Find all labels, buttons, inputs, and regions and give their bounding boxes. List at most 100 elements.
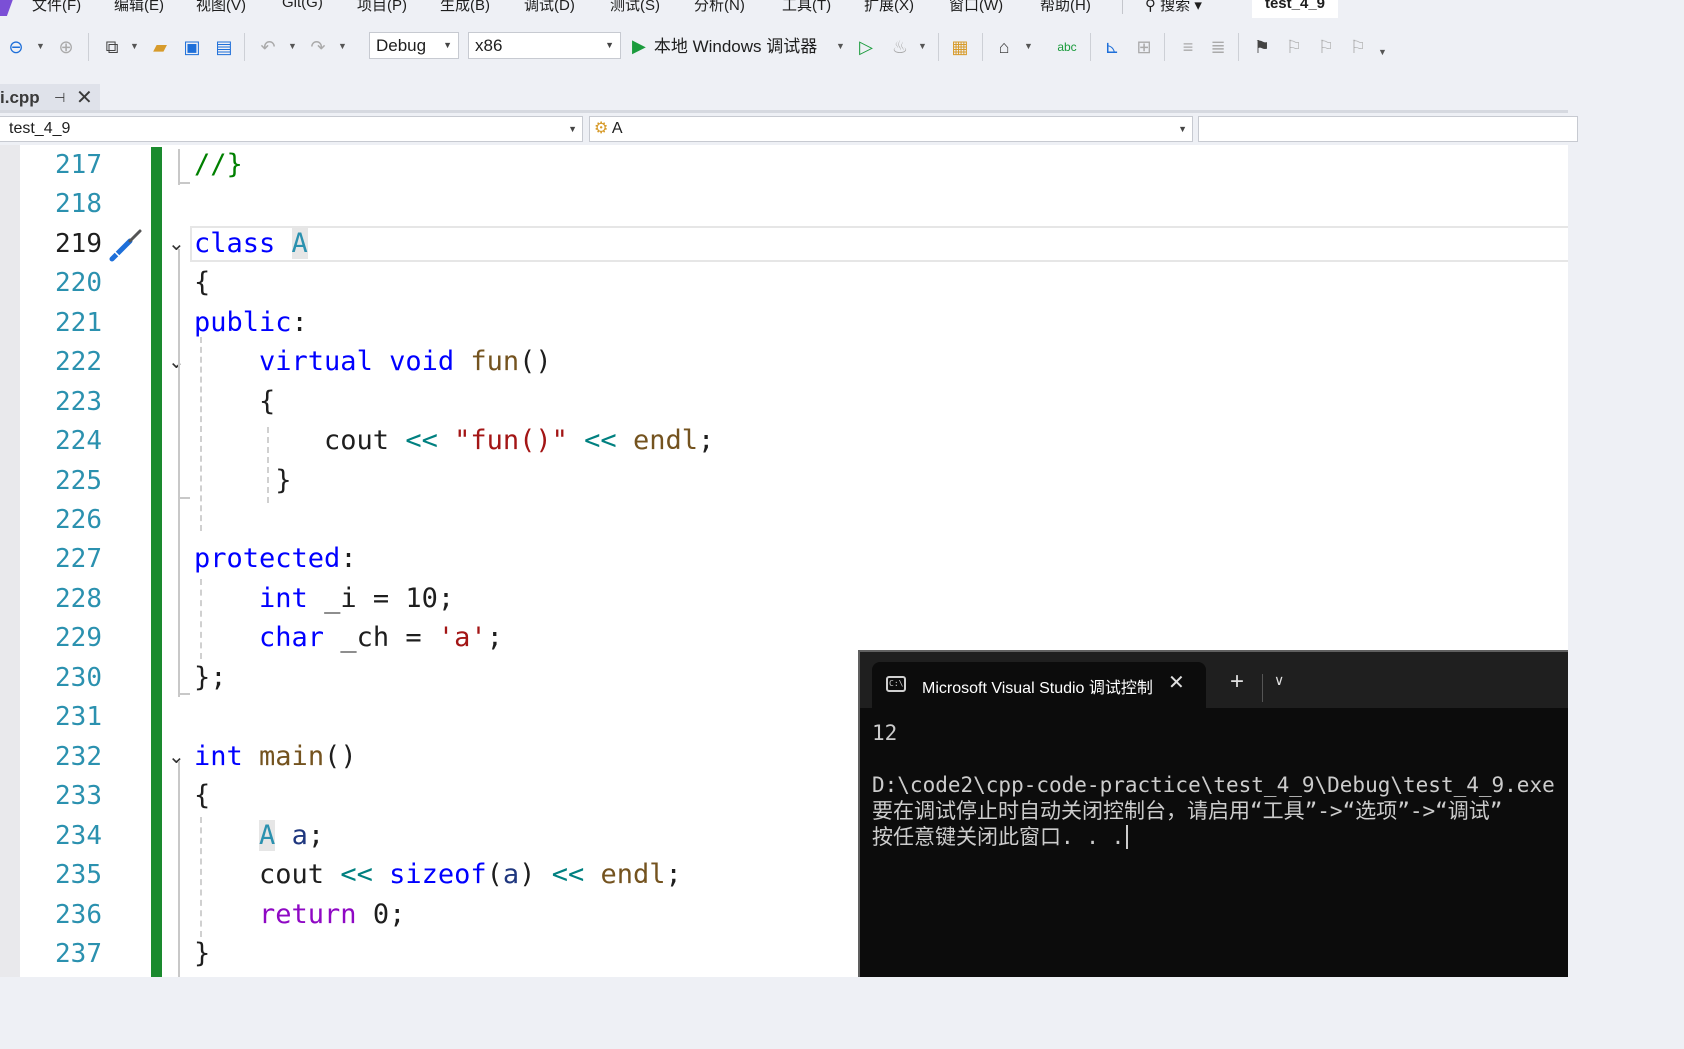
editor-margin	[0, 145, 20, 977]
menu-test[interactable]: 测试(S)	[610, 0, 660, 15]
code-line-217: //}	[194, 149, 243, 180]
start-debugging-button[interactable]: ▶ 本地 Windows 调试器	[632, 32, 817, 60]
hot-reload-dropdown-icon[interactable]: ▼	[918, 41, 927, 51]
search-icon: ⚲	[1145, 0, 1161, 14]
navigation-bar: test_4_9 ▼ ⚙ A ▼	[0, 113, 1578, 145]
configuration-value: Debug	[376, 36, 427, 55]
spell-check-icon[interactable]: abc	[1055, 35, 1079, 59]
console-output-value: 12	[872, 721, 898, 745]
member-scope-dropdown[interactable]	[1198, 116, 1578, 142]
hot-reload-icon[interactable]: ♨	[888, 35, 912, 59]
open-folder-icon[interactable]: ▰	[148, 35, 172, 59]
navigate-back-icon[interactable]: ⊖	[4, 35, 28, 59]
project-scope-dropdown[interactable]: test_4_9 ▼	[0, 116, 583, 142]
debug-target-dropdown-icon[interactable]: ▼	[836, 41, 845, 51]
collapse-chevron-icon[interactable]: ⌄	[168, 342, 185, 382]
type-scope-dropdown[interactable]: ⚙ A ▼	[589, 116, 1193, 142]
outline-guide	[178, 149, 180, 185]
class-icon: ⚙	[594, 120, 609, 137]
close-tab-icon[interactable]: ✕	[76, 84, 93, 112]
previous-bookmark-icon[interactable]: ⚐	[1282, 35, 1306, 59]
menu-tools[interactable]: 工具(T)	[782, 0, 831, 15]
line-number-current: 219	[55, 229, 102, 259]
search-label: 搜索 ▾	[1160, 0, 1202, 14]
change-tracking-bar	[151, 147, 162, 977]
collapse-chevron-icon[interactable]: ⌄	[168, 737, 185, 777]
chevron-down-icon: ▼	[605, 40, 614, 50]
clear-bookmarks-icon[interactable]: ⚐	[1346, 35, 1370, 59]
quick-actions-screwdriver-icon[interactable]	[104, 227, 144, 267]
toolbar-overflow-icon[interactable]: ▼	[1378, 47, 1387, 57]
menu-debug[interactable]: 调试(D)	[524, 0, 575, 15]
code-line-221: public:	[194, 307, 308, 338]
line-number: 225	[55, 466, 102, 496]
solution-platform-select[interactable]: x86 ▼	[468, 32, 621, 59]
step-over-icon[interactable]: ⊞	[1132, 35, 1156, 59]
menu-view[interactable]: 视图(V)	[196, 0, 246, 15]
visual-studio-logo-icon	[0, 0, 18, 16]
title-divider	[1262, 674, 1263, 702]
solution-configuration-select[interactable]: Debug ▼	[369, 32, 459, 59]
text-cursor	[1126, 825, 1141, 849]
menu-build[interactable]: 生成(B)	[440, 0, 490, 15]
next-bookmark-icon[interactable]: ⚐	[1314, 35, 1338, 59]
standard-toolbar: ⊖ ▼ ⊕ ⧉ ▼ ▰ ▣ ▤ ↶ ▼ ↷ ▼ Debug ▼ x86 ▼ ▶ 本…	[0, 27, 1568, 67]
collapse-chevron-icon[interactable]: ⌄	[168, 224, 185, 264]
save-all-icon[interactable]: ▤	[212, 35, 236, 59]
pin-icon[interactable]: ⊣	[54, 84, 65, 112]
toolbar-divider	[1238, 33, 1239, 61]
document-tab-cpp[interactable]: i.cpp ⊣ ✕	[0, 84, 100, 112]
chevron-down-icon: ▼	[1178, 124, 1187, 134]
live-share-dropdown-icon[interactable]: ▼	[1024, 41, 1033, 51]
console-tab[interactable]: C:\ Microsoft Visual Studio 调试控制台 ✕	[872, 662, 1206, 708]
back-dropdown-icon[interactable]: ▼	[36, 41, 45, 51]
new-tab-plus-icon[interactable]: +	[1230, 668, 1244, 696]
console-hint-line: 要在调试停止时自动关闭控制台，请启用“工具”->“选项”->“调试”	[872, 799, 1503, 823]
menu-file[interactable]: 文件(F)	[32, 0, 81, 15]
project-name-badge[interactable]: test_4_9	[1252, 0, 1338, 18]
line-number: 224	[55, 426, 102, 456]
menu-edit[interactable]: 编辑(E)	[114, 0, 164, 15]
menu-help[interactable]: 帮助(H)	[1040, 0, 1091, 15]
menu-project[interactable]: 项目(P)	[357, 0, 407, 15]
uncomment-lines-icon[interactable]: ≣	[1206, 35, 1230, 59]
terminal-icon: C:\	[886, 676, 906, 692]
bookmark-icon[interactable]: ⚑	[1250, 35, 1274, 59]
line-number: 234	[55, 821, 102, 851]
document-tab-strip: i.cpp ⊣ ✕	[0, 84, 1568, 112]
step-into-icon[interactable]: ⊾	[1100, 35, 1124, 59]
chevron-down-icon[interactable]: ∨	[1274, 672, 1284, 689]
undo-dropdown-icon[interactable]: ▼	[288, 41, 297, 51]
run-label: 本地 Windows 调试器	[653, 37, 818, 56]
menu-git[interactable]: Git(G)	[282, 0, 323, 11]
code-line-232: int main()	[194, 741, 357, 772]
line-number: 233	[55, 781, 102, 811]
toolbar-divider	[88, 33, 89, 61]
redo-dropdown-icon[interactable]: ▼	[338, 41, 347, 51]
debug-console-window[interactable]: C:\ Microsoft Visual Studio 调试控制台 ✕ + ∨ …	[858, 650, 1568, 977]
new-dropdown-icon[interactable]: ▼	[130, 41, 139, 51]
line-number: 237	[55, 939, 102, 969]
save-icon[interactable]: ▣	[180, 35, 204, 59]
solution-explorer-icon[interactable]: ▦	[948, 35, 972, 59]
console-tab-title: Microsoft Visual Studio 调试控制台	[922, 680, 1152, 697]
line-number: 218	[55, 189, 102, 219]
navigate-forward-icon[interactable]: ⊕	[54, 35, 78, 59]
code-line-230: };	[194, 662, 227, 693]
menu-extensions[interactable]: 扩展(X)	[864, 0, 914, 15]
comment-lines-icon[interactable]: ≡	[1176, 35, 1200, 59]
line-number: 232	[55, 742, 102, 772]
search-menu[interactable]: ⚲ 搜索 ▾	[1145, 0, 1202, 15]
play-icon: ▶	[632, 36, 646, 56]
live-share-icon[interactable]: ⌂	[992, 35, 1016, 59]
redo-icon[interactable]: ↷	[306, 35, 330, 59]
start-without-debugging-icon[interactable]: ▷	[854, 35, 878, 59]
platform-value: x86	[475, 36, 503, 55]
line-number: 226	[55, 505, 102, 535]
menu-analyze[interactable]: 分析(N)	[694, 0, 745, 15]
menu-window[interactable]: 窗口(W)	[949, 0, 1003, 15]
new-project-icon[interactable]: ⧉	[100, 35, 124, 59]
close-icon[interactable]: ✕	[1168, 670, 1185, 695]
code-line-223: {	[194, 386, 276, 417]
undo-icon[interactable]: ↶	[256, 35, 280, 59]
